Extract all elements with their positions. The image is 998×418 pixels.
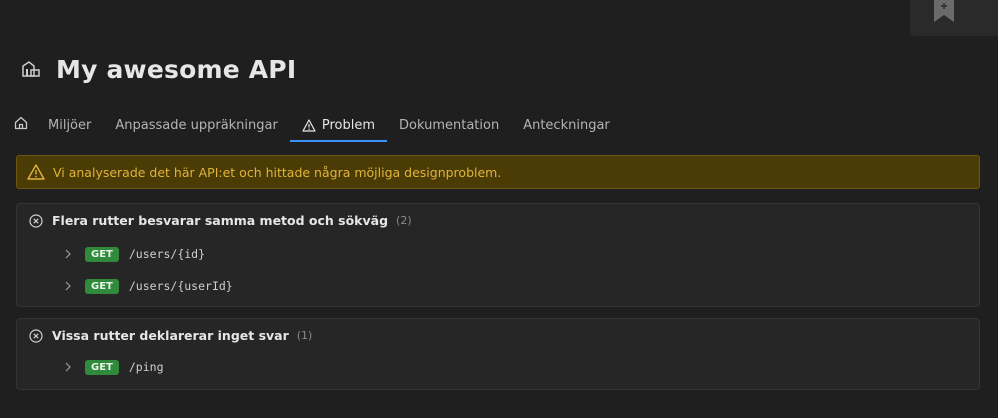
warning-icon	[302, 119, 316, 132]
issue-title: Vissa rutter deklarerar inget svar	[52, 328, 289, 343]
tab-label: Problem	[321, 118, 375, 133]
issue-header[interactable]: Flera rutter besvarar samma metod och sö…	[29, 213, 412, 228]
route-path: /users/{userId}	[128, 279, 233, 293]
api-icon	[22, 61, 40, 77]
route-row[interactable]: GET /ping	[63, 357, 164, 377]
issue-title: Flera rutter besvarar samma metod och sö…	[52, 213, 389, 228]
tab-label: Anpassade uppräkningar	[115, 118, 278, 133]
warning-icon	[27, 164, 45, 180]
method-badge: GET	[85, 278, 119, 294]
method-badge: GET	[85, 246, 119, 262]
route-path: /users/{id}	[128, 247, 206, 261]
warning-banner: Vi analyserade det här API:et och hittad…	[16, 155, 980, 189]
route-row[interactable]: GET /users/{id}	[63, 244, 205, 264]
page-header: My awesome API	[20, 52, 296, 86]
chevron-right-icon[interactable]	[63, 281, 73, 291]
issue-card: Vissa rutter deklarerar inget svar (1) G…	[16, 318, 980, 390]
bookmark-panel[interactable]	[910, 0, 998, 36]
method-badge: GET	[85, 359, 119, 375]
tab-bar: Miljöer Anpassade uppräkningar Problem D…	[12, 112, 622, 144]
banner-text: Vi analyserade det här API:et och hittad…	[53, 164, 502, 180]
tab-notes[interactable]: Anteckningar	[511, 112, 622, 138]
bookmark-add-icon[interactable]	[934, 0, 954, 22]
error-circle-icon	[29, 213, 43, 228]
tab-label: Dokumentation	[399, 118, 500, 133]
chevron-right-icon[interactable]	[63, 362, 73, 372]
issue-count: (2)	[396, 214, 412, 227]
tab-environments[interactable]: Miljöer	[36, 112, 103, 138]
home-icon	[14, 116, 28, 130]
tab-home[interactable]	[12, 112, 36, 138]
issue-card: Flera rutter besvarar samma metod och sö…	[16, 203, 980, 307]
issue-header[interactable]: Vissa rutter deklarerar inget svar (1)	[29, 328, 312, 343]
chevron-right-icon[interactable]	[63, 249, 73, 259]
tab-custom-enums[interactable]: Anpassade uppräkningar	[103, 112, 289, 138]
tab-label: Anteckningar	[523, 118, 610, 133]
error-circle-icon	[29, 328, 43, 343]
page-title: My awesome API	[56, 54, 297, 84]
route-row[interactable]: GET /users/{userId}	[63, 276, 233, 296]
tab-problems[interactable]: Problem	[289, 112, 388, 142]
tab-documentation[interactable]: Dokumentation	[387, 112, 511, 138]
tab-label: Miljöer	[48, 118, 92, 133]
issue-count: (1)	[296, 329, 313, 342]
route-path: /ping	[128, 360, 164, 374]
